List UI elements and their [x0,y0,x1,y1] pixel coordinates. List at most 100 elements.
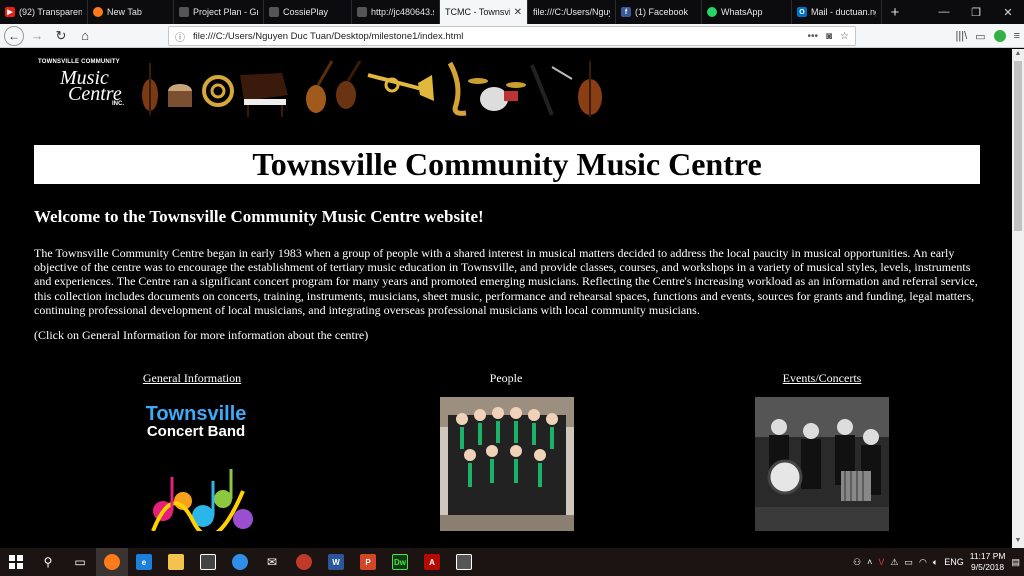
file-explorer-icon[interactable] [160,548,192,576]
concert-band-image[interactable]: Townsville Concert Band [133,397,259,531]
page-actions-icon[interactable]: ••• [807,31,818,42]
tab-new-tab[interactable]: New Tab [88,0,174,24]
intro-paragraph: The Townsville Community Centre began in… [34,246,978,317]
scrollbar-thumb[interactable] [1014,61,1022,231]
edge-icon[interactable]: e [128,548,160,576]
choir-group-graphic [440,397,574,531]
safari-icon[interactable] [224,548,256,576]
app-red-icon[interactable] [288,548,320,576]
url-tools: ••• ◙ ☆ [807,31,849,42]
music-notes-graphic [151,469,253,531]
mail-icon[interactable]: ✉ [256,548,288,576]
window-controls: — ❐ ✕ [928,0,1024,24]
clock[interactable]: 11:17 PM 9/5/2018 [970,551,1006,573]
back-arrow-icon[interactable]: ← [4,25,24,46]
windows-start-icon[interactable] [0,548,32,576]
extension-icon[interactable] [993,30,1006,42]
bookmark-star-icon[interactable]: ☆ [840,31,849,42]
task-view-icon[interactable]: ▭ [64,548,96,576]
page-info-icon[interactable]: ⓘ [175,29,185,44]
tab-label: (92) Transparent [19,7,82,17]
firefox-taskbar-icon[interactable] [96,548,128,576]
tab-label: New Tab [107,7,142,17]
tab-label: Project Plan - Group 1 [193,7,258,17]
wifi-icon[interactable]: ◠ [919,557,927,568]
antivirus-icon[interactable]: V [878,557,884,567]
concert-band-graphic [755,397,889,531]
photos-icon[interactable] [448,548,480,576]
header-banner: TOWNSVILLE COMMUNITY Music Centre INC. [34,55,614,121]
powerpoint-icon[interactable]: P [352,548,384,576]
acrobat-icon[interactable]: A [416,548,448,576]
forward-arrow-icon[interactable]: → [26,25,48,47]
scroll-down-icon[interactable]: ▼ [1012,537,1024,547]
new-tab-button[interactable]: + [882,0,908,24]
sidebar-icon[interactable]: ▭ [975,30,985,43]
tab-label: WhatsApp [721,7,763,17]
url-text[interactable]: file:///C:/Users/Nguyen Duc Tuan/Desktop… [193,31,807,42]
warning-icon[interactable]: ⚠ [890,557,898,568]
close-tab-icon[interactable]: ✕ [514,7,522,18]
volume-icon[interactable]: 🔈︎ [933,557,938,568]
language-indicator[interactable]: ENG [944,557,964,567]
menu-icon[interactable]: ≡ [1014,30,1020,42]
scroll-up-icon[interactable]: ▲ [1012,50,1024,60]
page-title-box: Townsville Community Music Centre [34,145,980,184]
general-information-column: General Information [132,369,252,387]
tab-label: TCMC - Townsville [445,7,510,17]
tab-facebook[interactable]: f (1) Facebook [616,0,702,24]
people-icon[interactable]: ⚇ [853,557,861,568]
logo-text: TOWNSVILLE COMMUNITY [38,59,120,65]
search-icon[interactable]: ⚲ [32,548,64,576]
vertical-scrollbar[interactable]: ▲ ▼ [1012,49,1024,548]
reload-icon[interactable]: ↻ [50,25,72,47]
instruments-banner-image [132,55,614,121]
address-bar[interactable]: ⓘ file:///C:/Users/Nguyen Duc Tuan/Deskt… [168,26,856,46]
page-icon [357,7,367,17]
events-concert-photo[interactable] [755,397,889,531]
pocket-icon[interactable]: ◙ [826,31,832,42]
outlook-icon: O [797,7,807,17]
tab-mail[interactable]: O Mail - ductuan.ng [792,0,882,24]
band-image-text: Townsville Concert Band [133,404,259,441]
battery-icon[interactable]: ▭ [904,557,913,568]
home-icon[interactable]: ⌂ [74,25,96,47]
tab-cossieplay[interactable]: CossiePlay [264,0,352,24]
general-information-link[interactable]: General Information [143,371,241,385]
dreamweaver-icon[interactable]: Dw [384,548,416,576]
whatsapp-icon [707,7,717,17]
page-title: Townsville Community Music Centre [252,146,762,182]
tab-label: (1) Facebook [635,7,689,17]
logo-text: INC. [112,101,124,107]
chevron-up-icon[interactable]: ˄ [867,557,872,567]
restore-icon[interactable]: ❐ [960,0,992,24]
tab-local-file[interactable]: file:///C:/Users/Nguye [528,0,616,24]
toolbar-right: |||\ ▭ ≡ [956,26,1020,46]
tab-whatsapp[interactable]: WhatsApp [702,0,792,24]
people-link[interactable]: People [490,371,523,385]
navigation-toolbar: ← → ↻ ⌂ ⓘ file:///C:/Users/Nguyen Duc Tu… [0,24,1024,48]
people-group-photo[interactable] [440,397,574,531]
tab-label: http://jc480643.stude [371,7,434,17]
notifications-icon[interactable]: ▤ [1011,557,1020,568]
tab-label: Mail - ductuan.ng [811,7,876,17]
firefox-icon [93,7,103,17]
tab-student-site[interactable]: http://jc480643.stude [352,0,440,24]
minimize-icon[interactable]: — [928,0,960,24]
tab-label: file:///C:/Users/Nguye [533,7,610,17]
tab-project-plan[interactable]: Project Plan - Group 1 [174,0,264,24]
page-icon [179,7,189,17]
store-icon[interactable] [192,548,224,576]
tab-tcmc-active[interactable]: TCMC - Townsville ✕ [440,0,528,24]
tab-label: CossiePlay [283,7,329,17]
people-column: People [446,369,566,387]
close-window-icon[interactable]: ✕ [992,0,1024,24]
windows-taskbar: ⚲ ▭ e ✉ W P Dw A ⚇ ˄ V ⚠ ▭ ◠ 🔈︎ ENG 11:1… [0,548,1024,576]
library-icon[interactable]: |||\ [956,30,968,42]
tab-youtube[interactable]: ▶ (92) Transparent [0,0,88,24]
events-concerts-link[interactable]: Events/Concerts [783,371,862,385]
word-icon[interactable]: W [320,548,352,576]
tab-strip: ▶ (92) Transparent New Tab Project Plan … [0,0,1024,24]
events-column: Events/Concerts [762,369,882,387]
youtube-icon: ▶ [5,7,15,17]
